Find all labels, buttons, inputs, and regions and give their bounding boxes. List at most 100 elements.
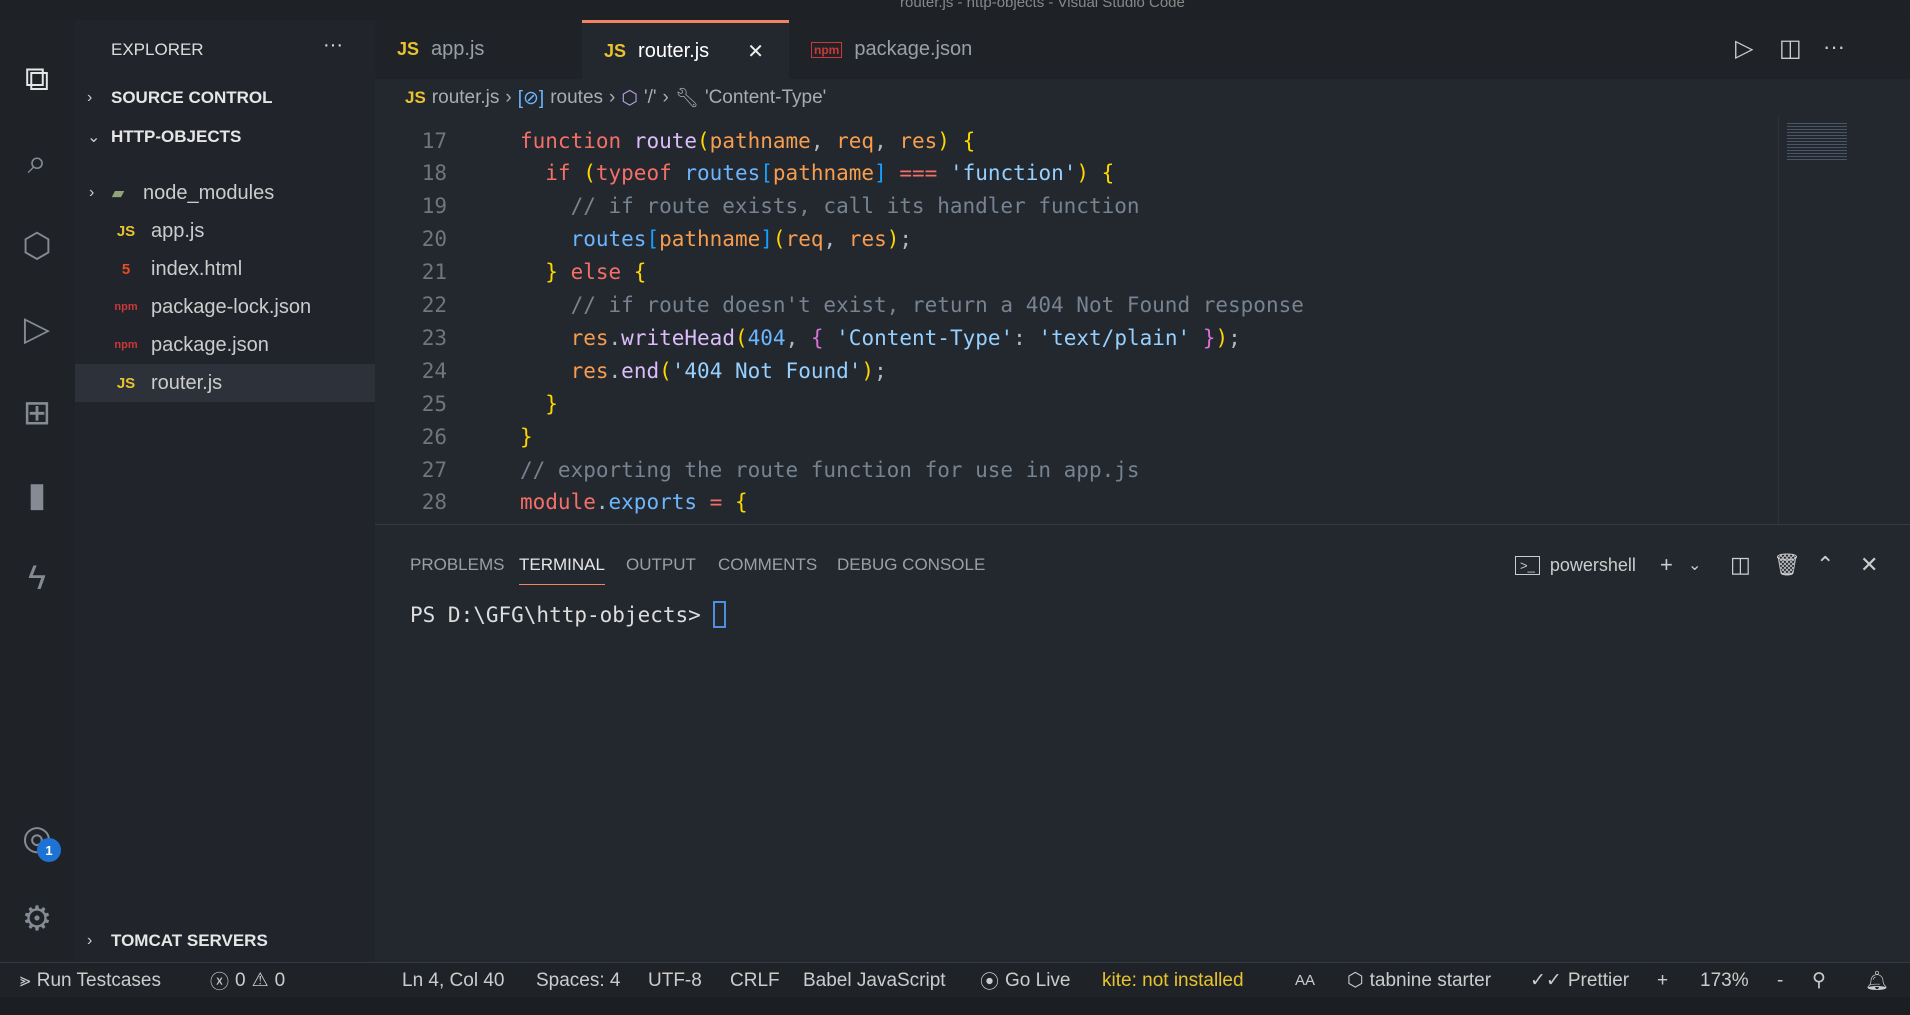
code-token: pathname [772, 161, 875, 186]
shell-label: powershell [1549, 554, 1636, 575]
variable-icon: [⊘] [517, 87, 545, 109]
language-mode[interactable]: Babel JavaScript [803, 963, 946, 998]
run-debug-icon[interactable]: ▷ [14, 306, 60, 352]
code-token: : [1013, 325, 1039, 350]
file-item[interactable]: 5 index.html [75, 250, 375, 288]
zoom-in-button[interactable]: + [1657, 963, 1668, 998]
activity-bar: ⧉ ⌕ ⬡ ▷ ⊞ ▮ ϟ ◎ ⚙ [0, 20, 75, 962]
tab-router-js[interactable]: JS router.js ✕ [582, 20, 789, 79]
extensions-icon[interactable]: ⊞ [14, 390, 60, 436]
terminal-profile[interactable]: >_ powershell [1515, 545, 1636, 585]
split-terminal-icon[interactable]: ◫ [1730, 545, 1751, 585]
chevron-down-icon[interactable]: ⌄ [1688, 545, 1701, 585]
tab-comments[interactable]: COMMENTS [718, 545, 817, 585]
code-token: ( [772, 227, 786, 252]
code-token: res [848, 227, 887, 252]
maximize-panel-icon[interactable]: ⌃ [1816, 545, 1834, 585]
tab-package-json[interactable]: npm package.json [789, 20, 1019, 79]
minimap[interactable] [1778, 117, 1910, 524]
close-panel-icon[interactable]: ✕ [1860, 545, 1878, 585]
zoom-level[interactable]: 173% [1700, 963, 1749, 998]
run-testcases-button[interactable]: ⪢ Run Testcases [20, 963, 161, 998]
zoom-out-button[interactable]: - [1777, 963, 1783, 998]
warning-count: 0 [274, 969, 286, 991]
cursor-position[interactable]: Ln 4, Col 40 [402, 963, 504, 998]
code-token: } [520, 391, 558, 416]
prettier-status[interactable]: ✓✓ Prettier [1530, 963, 1629, 998]
code-line: 21 } else { [375, 256, 1775, 289]
notifications-bell-icon[interactable]: 🔔︎ [1865, 963, 1889, 998]
breadcrumb-file[interactable]: router.js [432, 87, 500, 109]
line-ending[interactable]: CRLF [730, 963, 780, 998]
source-control-icon[interactable]: ⬡ [14, 223, 60, 269]
js-file-icon: JS [116, 374, 136, 392]
code-token: writeHead [621, 325, 735, 350]
tomcat-section[interactable]: › TOMCAT SERVERS [87, 931, 268, 951]
font-size-icon[interactable]: AA [1295, 963, 1315, 998]
run-icon[interactable]: ▷ [1735, 34, 1753, 63]
code-line: 27 // exporting the route function for us… [375, 453, 1775, 486]
lightning-icon[interactable]: ϟ [14, 555, 60, 601]
error-icon: ⓧ [210, 972, 230, 993]
os-taskbar [0, 997, 1910, 1015]
tab-terminal[interactable]: TERMINAL [519, 545, 605, 585]
search-icon[interactable]: ⌕ [14, 139, 60, 185]
npm-file-icon: npm [811, 41, 843, 58]
line-number: 17 [421, 128, 447, 153]
tabnine-status[interactable]: ⬡ tabnine starter [1347, 963, 1491, 998]
charts-icon[interactable]: ▮ [14, 472, 60, 518]
code-token: function [520, 128, 634, 153]
more-actions-icon[interactable]: ··· [323, 34, 343, 57]
file-item[interactable]: npm package-lock.json [75, 288, 375, 326]
indentation[interactable]: Spaces: 4 [536, 963, 621, 998]
split-editor-icon[interactable]: ◫ [1779, 34, 1802, 63]
code-line: 26} [375, 420, 1775, 453]
tab-app-js[interactable]: JS app.js [375, 20, 582, 79]
terminal[interactable]: PS D:\GFG\http-objects> [410, 601, 726, 628]
file-item[interactable]: JS router.js [75, 364, 375, 402]
run-all-icon: ⪢ [20, 969, 31, 991]
code-line: 17 function route(pathname, req, res) { [375, 124, 1775, 157]
file-item[interactable]: › ▰ node_modules [75, 174, 375, 212]
trash-icon[interactable]: 🗑︎ [1773, 545, 1801, 585]
project-section[interactable]: ⌄ HTTP-OBJECTS [87, 127, 241, 147]
tab-debug-console[interactable]: DEBUG CONSOLE [837, 545, 985, 585]
npm-file-icon: npm [114, 301, 138, 313]
tab-output[interactable]: OUTPUT [626, 545, 696, 585]
breadcrumb-routes[interactable]: routes [550, 87, 603, 109]
kite-status[interactable]: kite: not installed [1102, 963, 1244, 998]
js-file-icon: JS [405, 88, 426, 107]
code-text: } [520, 392, 558, 416]
source-control-section[interactable]: › SOURCE CONTROL [87, 88, 273, 108]
problems-button[interactable]: ⓧ 0 ⚠ 0 [210, 963, 285, 998]
breadcrumb-root[interactable]: '/' [644, 87, 657, 109]
code-token: end [621, 358, 660, 383]
code-token: ) [1215, 325, 1229, 350]
section-label: TOMCAT SERVERS [111, 931, 268, 950]
code-token: === [899, 161, 950, 186]
go-live-button[interactable]: ⦿ Go Live [980, 963, 1071, 998]
cube-icon: ⬡ [621, 87, 638, 109]
terminal-prompt: PS D:\GFG\http-objects> [410, 602, 701, 627]
more-icon[interactable]: ··· [1823, 34, 1845, 60]
new-terminal-icon[interactable]: + [1660, 545, 1673, 585]
feedback-icon[interactable]: ⚲ [1812, 963, 1826, 998]
folder-icon: ▰ [112, 185, 124, 202]
code-token: res [520, 358, 609, 383]
breadcrumb-content-type[interactable]: 'Content-Type' [705, 87, 826, 109]
line-number: 28 [421, 490, 447, 515]
tab-problems[interactable]: PROBLEMS [410, 545, 504, 585]
gear-icon[interactable]: ⚙ [14, 896, 60, 942]
file-item[interactable]: npm package.json [75, 326, 375, 364]
file-item[interactable]: JS app.js [75, 212, 375, 250]
files-icon[interactable]: ⧉ [14, 56, 60, 102]
run-label: Run Testcases [36, 969, 161, 991]
code-token: ( [659, 358, 672, 383]
code-line: 23 res.writeHead(404, { 'Content-Type': … [375, 321, 1775, 354]
code-editor[interactable]: 17 function route(pathname, req, res) {18… [375, 117, 1778, 524]
encoding[interactable]: UTF-8 [648, 963, 702, 998]
file-name: package-lock.json [151, 295, 312, 318]
close-icon[interactable]: ✕ [747, 39, 764, 64]
chevron-right-icon: › [609, 87, 616, 108]
line-number: 25 [421, 391, 447, 416]
